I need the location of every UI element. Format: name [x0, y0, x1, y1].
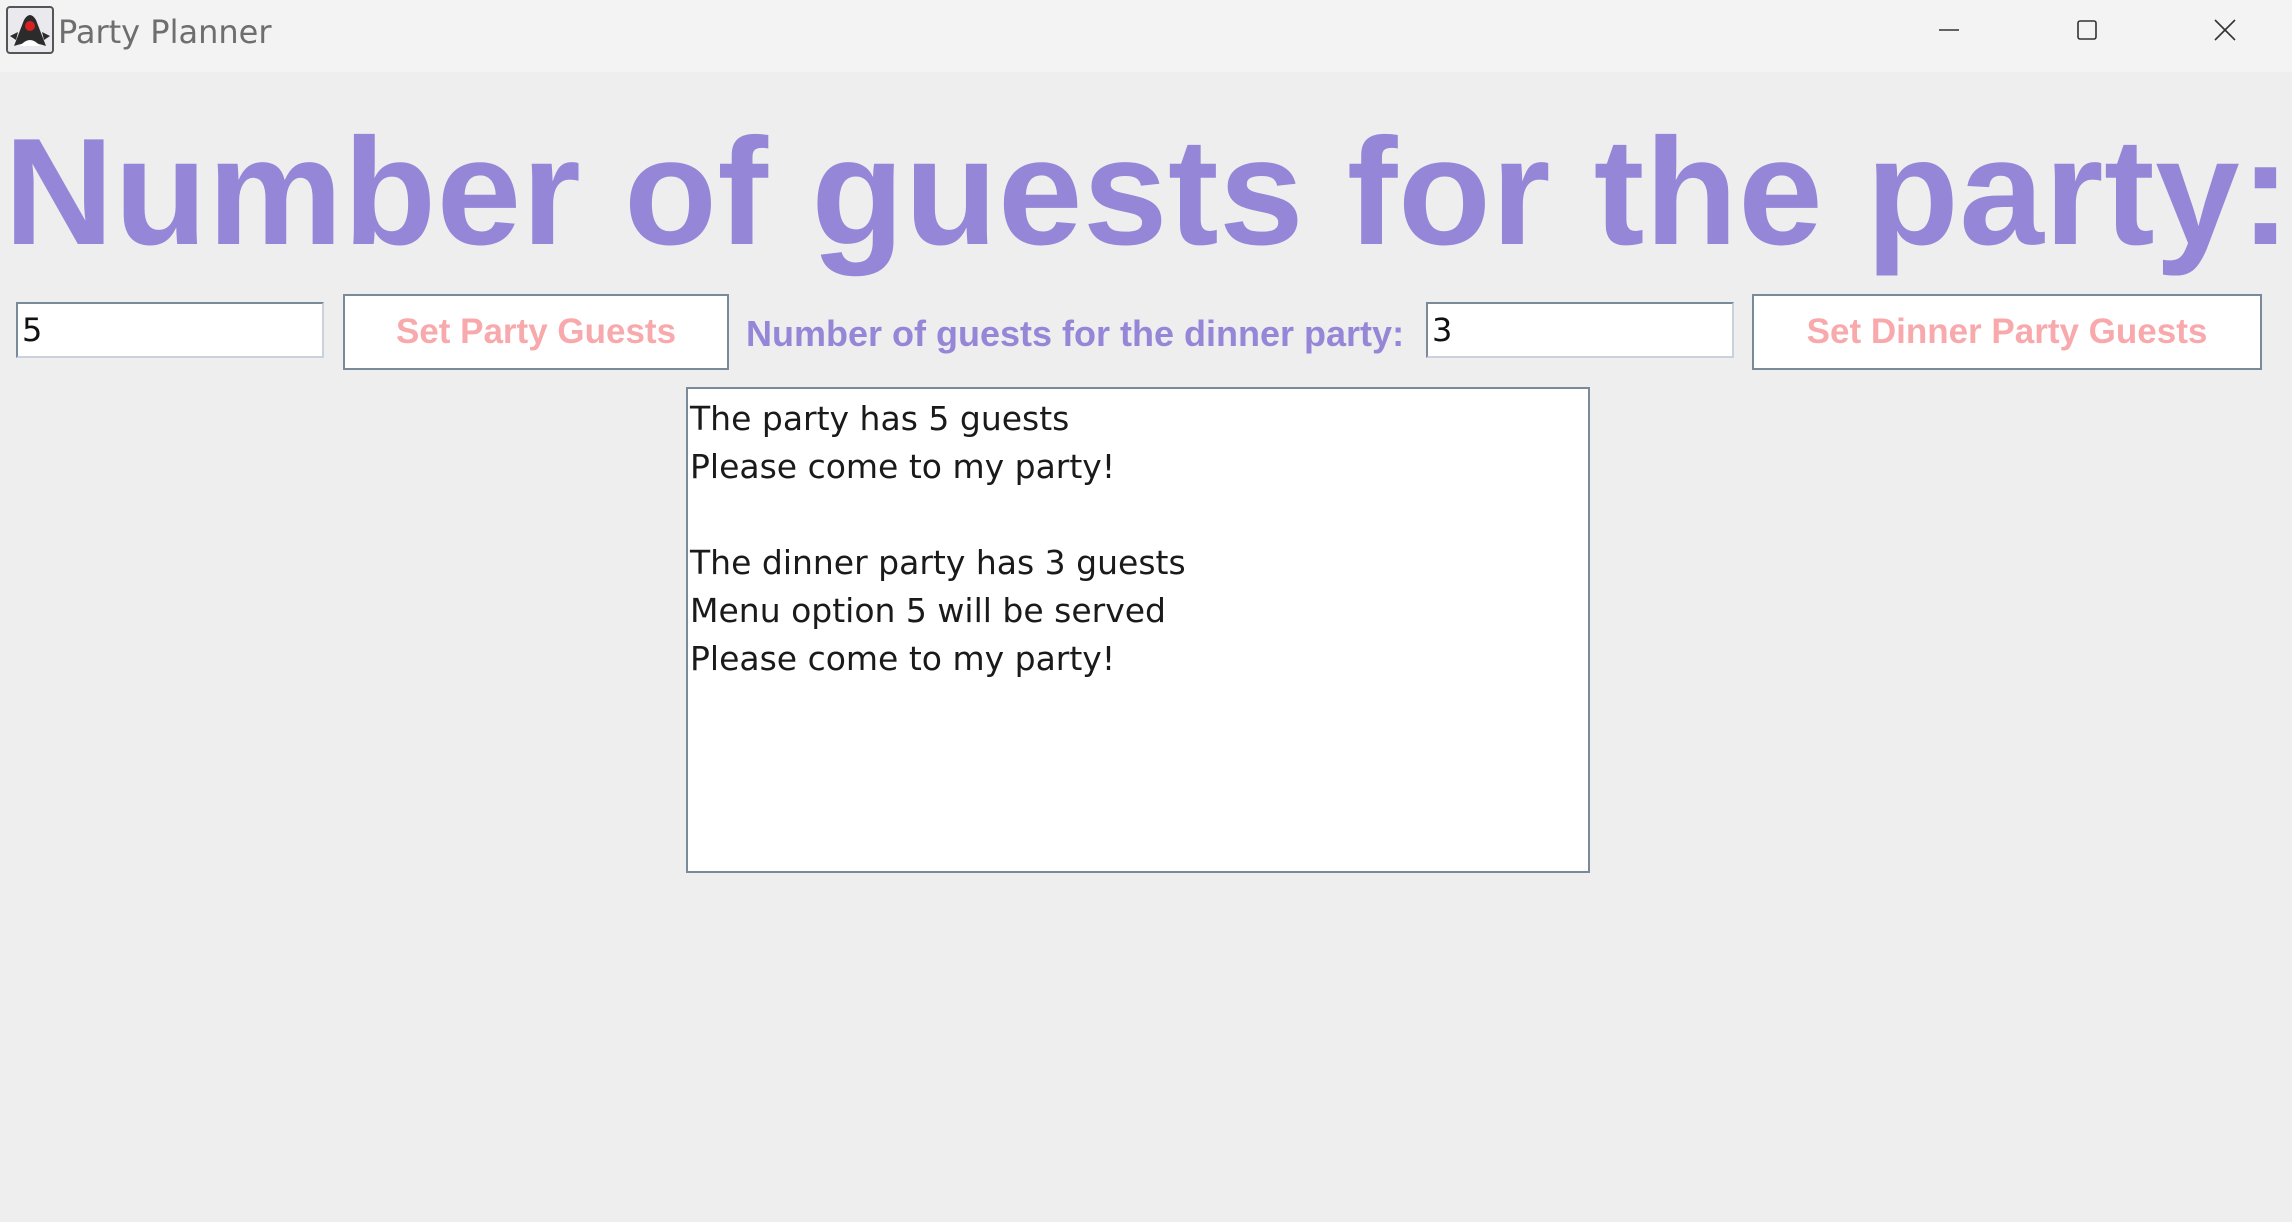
minimize-button[interactable]	[1880, 0, 2018, 60]
output-text-area[interactable]: The party has 5 guests Please come to my…	[686, 387, 1590, 873]
close-icon	[2214, 19, 2236, 41]
output-line: Please come to my party!	[690, 639, 1116, 678]
close-button[interactable]	[2156, 0, 2292, 60]
output-line: The party has 5 guests	[690, 399, 1070, 438]
window-title: Party Planner	[58, 13, 272, 51]
title-bar[interactable]: Party Planner	[0, 0, 2292, 72]
output-line: Please come to my party!	[690, 447, 1116, 486]
page-heading: Number of guests for the party:	[4, 107, 2292, 277]
maximize-button[interactable]	[2018, 0, 2156, 60]
app-window: Party Planner Number of guests for the p…	[0, 0, 2292, 1222]
minimize-icon	[1939, 29, 1959, 31]
output-line: The dinner party has 3 guests	[690, 543, 1186, 582]
maximize-icon	[2077, 20, 2097, 40]
output-line: Menu option 5 will be served	[690, 591, 1166, 630]
party-guests-input[interactable]	[16, 302, 324, 358]
set-party-guests-button[interactable]: Set Party Guests	[343, 294, 729, 370]
dinner-guests-input[interactable]	[1426, 302, 1734, 358]
dinner-guests-label: Number of guests for the dinner party:	[746, 313, 1405, 354]
set-dinner-guests-button[interactable]: Set Dinner Party Guests	[1752, 294, 2262, 370]
java-duke-icon	[6, 6, 54, 54]
